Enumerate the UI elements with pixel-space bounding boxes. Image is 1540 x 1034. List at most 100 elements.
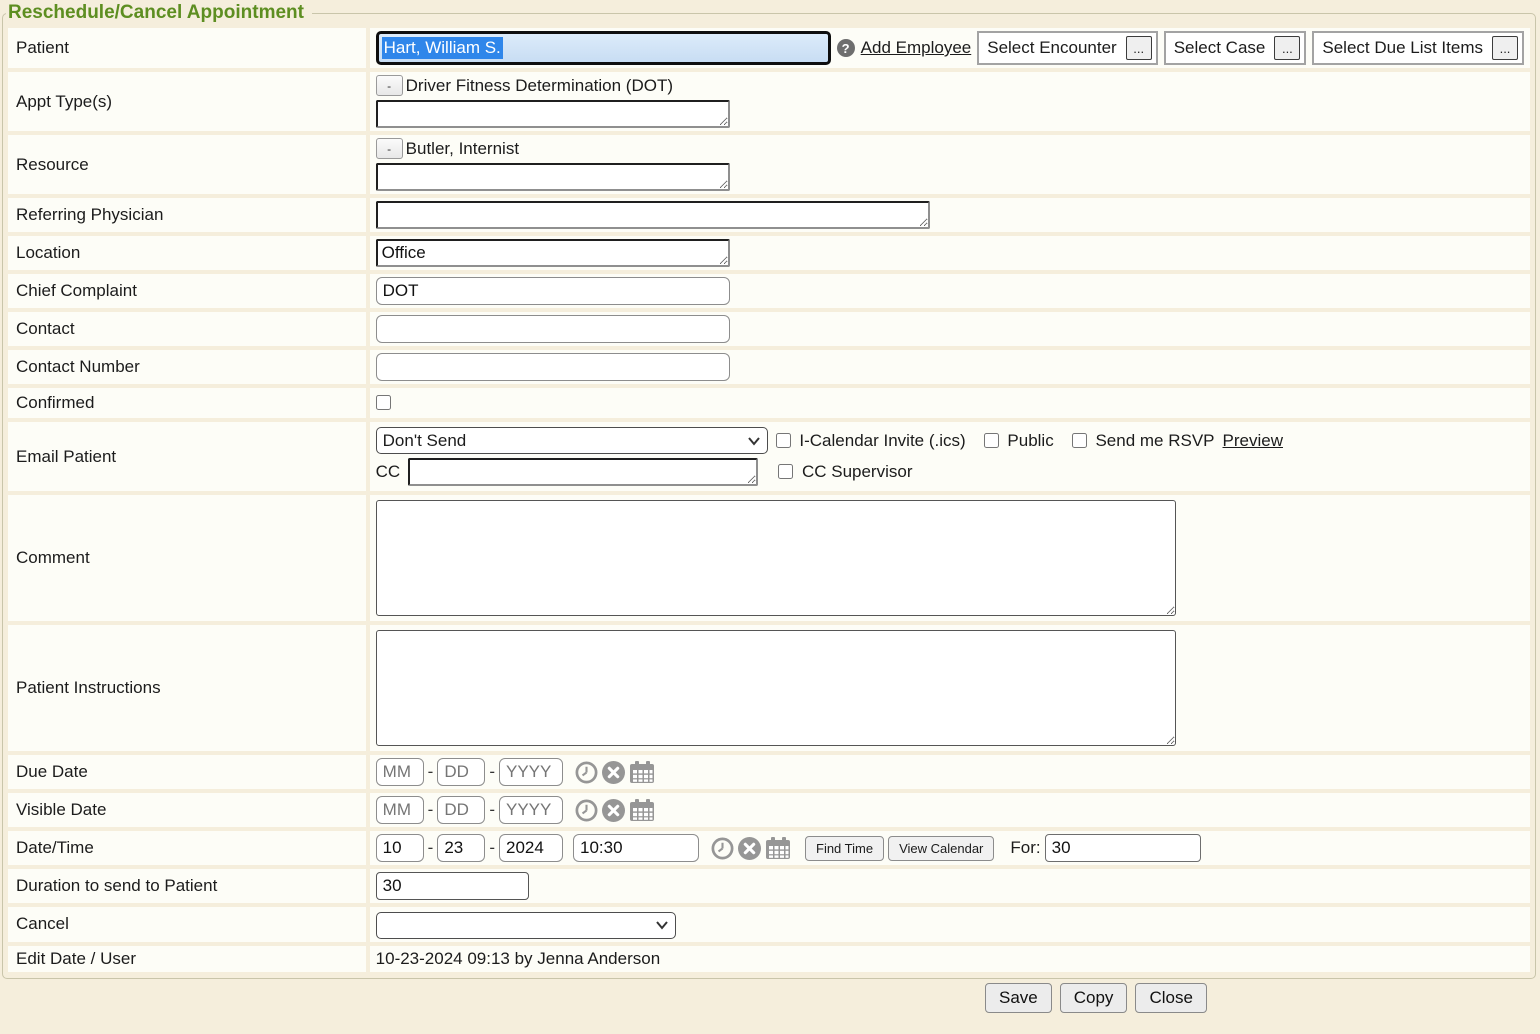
preview-link[interactable]: Preview [1223,431,1283,451]
date-time-month-input[interactable] [376,834,424,862]
select-due-list-button[interactable]: ... [1492,36,1518,60]
for-duration-input[interactable] [1045,834,1201,862]
cancel-select[interactable] [376,912,676,939]
visible-date-month-input[interactable] [376,796,424,824]
date-separator: - [489,838,495,858]
row-date-time: Date/Time - - [8,831,1530,865]
duration-label: Duration to send to Patient [16,876,217,895]
select-encounter-label: Select Encounter [987,38,1116,58]
ical-invite-checkbox[interactable] [776,433,791,448]
row-appt-type: Appt Type(s) - Driver Fitness Determinat… [8,72,1530,131]
select-encounter-button[interactable]: ... [1126,36,1152,60]
patient-label: Patient [16,38,69,57]
patient-instructions-input[interactable] [376,630,1176,746]
date-time-calendar-icon[interactable] [765,837,791,860]
row-chief-complaint: Chief Complaint [8,274,1530,308]
cc-supervisor-checkbox[interactable] [778,464,793,479]
comment-label: Comment [16,548,90,567]
location-input[interactable]: Office [376,239,730,267]
public-label: Public [1007,431,1053,450]
row-edit-date-user: Edit Date / User 10-23-2024 09:13 by Jen… [8,946,1530,972]
footer-actions: Save Copy Close [0,983,1540,1013]
due-date-month-input[interactable] [376,758,424,786]
public-checkbox[interactable] [984,433,999,448]
visible-date-clear-icon[interactable] [602,799,625,822]
cc-input[interactable] [408,458,758,486]
row-due-date: Due Date - - [8,755,1530,789]
date-time-time-icon[interactable] [711,837,734,860]
visible-date-calendar-icon[interactable] [629,799,655,822]
send-me-rsvp-checkbox[interactable] [1072,433,1087,448]
add-employee-link[interactable]: Add Employee [861,38,972,58]
visible-date-day-input[interactable] [437,796,485,824]
chevron-down-icon [747,436,761,446]
contact-input[interactable] [376,315,730,343]
contact-number-input[interactable] [376,353,730,381]
row-location: Location Office [8,236,1530,270]
form-table: Patient Hart, William S. ? Add Employee … [4,24,1534,976]
time-input[interactable] [573,834,699,862]
save-button[interactable]: Save [985,983,1052,1013]
confirmed-label: Confirmed [16,393,94,412]
edit-date-user-value: 10-23-2024 09:13 by Jenna Anderson [376,949,661,968]
row-contact-number: Contact Number [8,350,1530,384]
send-me-rsvp-label: Send me RSVP [1095,431,1214,450]
due-date-calendar-icon[interactable] [629,761,655,784]
remove-appt-type-button[interactable]: - [376,75,403,96]
chief-complaint-label: Chief Complaint [16,281,137,300]
row-patient: Patient Hart, William S. ? Add Employee … [8,28,1530,68]
select-case-label: Select Case [1174,38,1266,58]
visible-date-label: Visible Date [16,800,106,819]
referring-physician-label: Referring Physician [16,205,163,224]
close-button[interactable]: Close [1135,983,1206,1013]
due-date-label: Due Date [16,762,88,781]
appt-type-input[interactable] [376,100,730,128]
contact-number-label: Contact Number [16,357,140,376]
email-send-selected-option: Don't Send [383,431,747,451]
due-date-day-input[interactable] [437,758,485,786]
chevron-down-icon [655,920,669,930]
date-time-day-input[interactable] [437,834,485,862]
date-time-label: Date/Time [16,838,94,857]
date-separator: - [489,800,495,820]
date-separator: - [428,762,434,782]
view-calendar-button[interactable]: View Calendar [888,836,994,861]
remove-resource-button[interactable]: - [376,138,403,159]
row-visible-date: Visible Date - - [8,793,1530,827]
email-send-select[interactable]: Don't Send [376,427,768,454]
for-label: For: [1010,838,1040,858]
date-separator: - [428,838,434,858]
ical-invite-label: I-Calendar Invite (.ics) [799,431,965,450]
copy-button[interactable]: Copy [1060,983,1128,1013]
confirmed-checkbox[interactable] [376,395,391,410]
visible-date-year-input[interactable] [499,796,563,824]
find-time-button[interactable]: Find Time [805,836,884,861]
visible-date-time-icon[interactable] [575,799,598,822]
cc-label: CC [376,462,401,482]
select-case-button[interactable]: ... [1274,36,1300,60]
select-due-list-label: Select Due List Items [1322,38,1483,58]
date-time-clear-icon[interactable] [738,837,761,860]
row-contact: Contact [8,312,1530,346]
resource-label: Resource [16,155,89,174]
comment-input[interactable] [376,500,1176,616]
appt-type-selected: Driver Fitness Determination (DOT) [406,76,673,96]
due-date-year-input[interactable] [499,758,563,786]
select-case-group: Select Case ... [1164,31,1307,65]
patient-input[interactable]: Hart, William S. [376,31,831,65]
appointment-form: Reschedule/Cancel Appointment Patient Ha… [2,2,1536,979]
duration-input[interactable] [376,872,529,900]
select-encounter-group: Select Encounter ... [977,31,1157,65]
date-time-year-input[interactable] [499,834,563,862]
row-comment: Comment [8,495,1530,621]
row-cancel: Cancel [8,907,1530,942]
due-date-clear-icon[interactable] [602,761,625,784]
cancel-label: Cancel [16,914,69,933]
due-date-time-icon[interactable] [575,761,598,784]
chief-complaint-input[interactable] [376,277,730,305]
resource-input[interactable] [376,163,730,191]
referring-physician-input[interactable] [376,201,930,229]
patient-input-selected-text: Hart, William S. [382,37,503,59]
edit-date-user-label: Edit Date / User [16,949,136,968]
help-icon[interactable]: ? [837,39,855,57]
